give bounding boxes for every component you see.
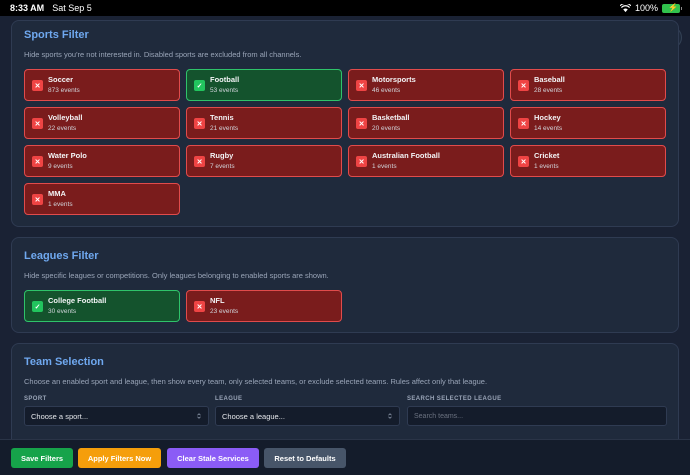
apply-filters-button[interactable]: Apply Filters Now — [78, 448, 161, 468]
close-icon: ✕ — [518, 118, 529, 129]
team-search-input[interactable]: Search teams... — [407, 406, 667, 426]
close-icon: ✕ — [32, 80, 43, 91]
sport-name: MMA — [48, 189, 66, 198]
close-icon: ✕ — [356, 118, 367, 129]
sport-count: 14 events — [534, 125, 563, 132]
sport-name: Basketball — [372, 113, 410, 122]
save-filters-button[interactable]: Save Filters — [11, 448, 73, 468]
checkmark-icon: ✓ — [194, 80, 205, 91]
close-icon: ✕ — [32, 156, 43, 167]
reset-defaults-button[interactable]: Reset to Defaults — [264, 448, 346, 468]
sports-filter-card: Sports Filter Hide sports you're not int… — [11, 20, 679, 227]
chevron-updown-icon — [197, 413, 201, 419]
sport-name: Australian Football — [372, 151, 440, 160]
sport-toggle[interactable]: ✕ MMA 1 events — [24, 183, 180, 215]
leagues-filter-title: Leagues Filter — [24, 250, 99, 262]
close-icon: ✕ — [356, 80, 367, 91]
close-icon: ✕ — [194, 156, 205, 167]
league-toggle[interactable]: ✓ College Football 30 events — [24, 290, 180, 322]
sports-filter-title: Sports Filter — [24, 29, 89, 41]
sport-count: 873 events — [48, 87, 80, 94]
sport-name: Volleyball — [48, 113, 83, 122]
league-count: 30 events — [48, 308, 77, 315]
sport-toggle[interactable]: ✕ Tennis 21 events — [186, 107, 342, 139]
leagues-filter-description: Hide specific leagues or competitions. O… — [24, 271, 329, 280]
league-select[interactable]: Choose a league... — [215, 406, 400, 426]
chevron-updown-icon — [388, 413, 392, 419]
sport-label: SPORT — [24, 396, 47, 402]
sport-count: 1 events — [372, 163, 397, 170]
league-name: College Football — [48, 296, 107, 305]
sport-name: Motorsports — [372, 75, 416, 84]
sport-toggle[interactable]: ✕ Water Polo 9 events — [24, 145, 180, 177]
clear-stale-services-button[interactable]: Clear Stale Services — [167, 448, 259, 468]
league-label: LEAGUE — [215, 396, 243, 402]
league-count: 23 events — [210, 308, 239, 315]
sport-name: Tennis — [210, 113, 234, 122]
sport-count: 20 events — [372, 125, 401, 132]
sport-toggle[interactable]: ✕ Cricket 1 events — [510, 145, 666, 177]
league-toggle[interactable]: ✕ NFL 23 events — [186, 290, 342, 322]
status-date: Sat Sep 5 — [52, 3, 92, 13]
sport-name: Hockey — [534, 113, 561, 122]
team-selection-card: Team Selection Choose an enabled sport a… — [11, 343, 679, 453]
league-select-value: Choose a league... — [222, 411, 285, 421]
sport-toggle[interactable]: ✕ Baseball 28 events — [510, 69, 666, 101]
close-icon: ✕ — [32, 194, 43, 205]
sport-toggle[interactable]: ✓ Football 53 events — [186, 69, 342, 101]
sport-toggle[interactable]: ✕ Soccer 873 events — [24, 69, 180, 101]
sport-select-value: Choose a sport... — [31, 411, 89, 421]
team-selection-description: Choose an enabled sport and league, then… — [24, 377, 488, 386]
close-icon: ✕ — [518, 80, 529, 91]
sport-toggle[interactable]: ✕ Australian Football 1 events — [348, 145, 504, 177]
sport-name: Cricket — [534, 151, 560, 160]
status-right: 100% ⚡ — [619, 3, 682, 13]
battery-icon: ⚡ — [662, 3, 682, 13]
close-icon: ✕ — [32, 118, 43, 129]
action-bar: Save Filters Apply Filters Now Clear Sta… — [0, 439, 690, 475]
league-name: NFL — [210, 296, 225, 305]
sport-toggle[interactable]: ✕ Basketball 20 events — [348, 107, 504, 139]
sport-count: 1 events — [48, 201, 73, 208]
close-icon: ✕ — [194, 118, 205, 129]
sport-name: Baseball — [534, 75, 565, 84]
sport-name: Football — [210, 75, 240, 84]
leagues-filter-card: Leagues Filter Hide specific leagues or … — [11, 237, 679, 333]
status-bar: 8:33 AM Sat Sep 5 100% ⚡ — [0, 0, 690, 16]
sport-count: 21 events — [210, 125, 239, 132]
sport-name: Rugby — [210, 151, 234, 160]
sport-count: 46 events — [372, 87, 401, 94]
wifi-icon — [619, 3, 631, 12]
sports-filter-description: Hide sports you're not interested in. Di… — [24, 50, 302, 59]
team-search-placeholder: Search teams... — [414, 412, 464, 420]
sport-count: 1 events — [534, 163, 559, 170]
sport-count: 9 events — [48, 163, 73, 170]
sport-name: Water Polo — [48, 151, 87, 160]
close-icon: ✕ — [356, 156, 367, 167]
checkmark-icon: ✓ — [32, 301, 43, 312]
sport-name: Soccer — [48, 75, 74, 84]
status-time: 8:33 AM — [10, 3, 45, 13]
search-league-label: SEARCH SELECTED LEAGUE — [407, 396, 502, 402]
team-selection-title: Team Selection — [24, 356, 104, 368]
sport-toggle[interactable]: ✕ Hockey 14 events — [510, 107, 666, 139]
sport-toggle[interactable]: ✕ Motorsports 46 events — [348, 69, 504, 101]
sport-count: 28 events — [534, 87, 563, 94]
close-icon: ✕ — [194, 301, 205, 312]
battery-percent: 100% — [634, 3, 658, 13]
sport-toggle[interactable]: ✕ Volleyball 22 events — [24, 107, 180, 139]
sport-count: 53 events — [210, 87, 239, 94]
sport-select[interactable]: Choose a sport... — [24, 406, 209, 426]
sport-count: 7 events — [210, 163, 235, 170]
sport-toggle[interactable]: ✕ Rugby 7 events — [186, 145, 342, 177]
sport-count: 22 events — [48, 125, 77, 132]
close-icon: ✕ — [518, 156, 529, 167]
